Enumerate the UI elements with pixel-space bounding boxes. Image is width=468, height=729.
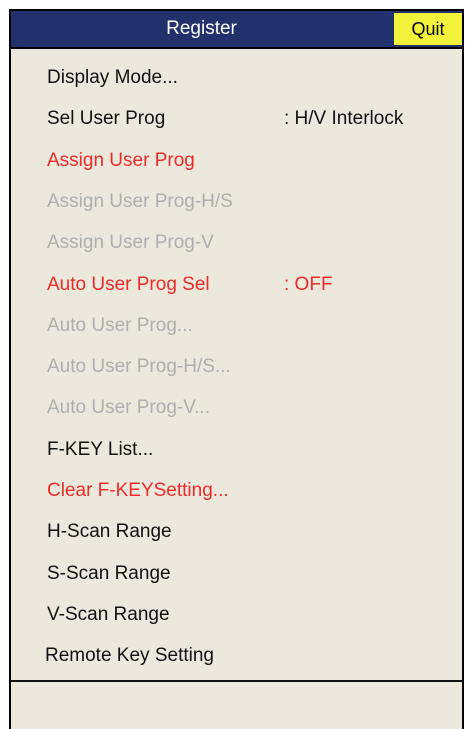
menu-item-value: : OFF	[284, 273, 333, 295]
menu-item-value: : H/V Interlock	[284, 108, 404, 130]
menu-item-label: Auto User Prog-V...	[47, 397, 210, 419]
menu-item-assign-user-prog-hs: Assign User Prog-H/S	[47, 185, 447, 219]
menu-item-label: Clear F-KEYSetting...	[47, 480, 229, 501]
menu-item-label: V-Scan Range	[47, 603, 170, 625]
menu-item-label: Sel User Prog	[47, 108, 166, 130]
menu-item-label: F-KEY List...	[47, 438, 154, 460]
title-bar: Register Quit	[11, 11, 462, 49]
menu-item-auto-user-prog-hs: Auto User Prog-H/S...	[47, 350, 447, 384]
menu-item-v-scan-range[interactable]: V-Scan Range	[47, 598, 447, 632]
menu-item-auto-user-prog: Auto User Prog...	[47, 309, 447, 343]
menu-item-label: S-Scan Range	[47, 562, 171, 584]
menu-item-label: Assign User Prog-H/S	[47, 190, 233, 212]
menu-item-h-scan-range[interactable]: H-Scan Range	[47, 515, 447, 549]
menu-item-label: Assign User Prog-V	[47, 232, 214, 254]
menu-item-label: Auto User Prog-H/S...	[47, 356, 231, 378]
menu-item-label: Assign User Prog	[47, 149, 195, 171]
menu-title: Register	[166, 18, 237, 39]
menu-item-label: Auto User Prog Sel	[47, 273, 210, 295]
menu-item-label: Auto User Prog...	[47, 314, 193, 336]
menu-item-assign-user-prog[interactable]: Assign User Prog	[47, 144, 447, 178]
menu-item-clear-f-key-setting[interactable]: Clear F-KEYSetting...	[47, 474, 447, 508]
menu-item-assign-user-prog-v: Assign User Prog-V	[47, 226, 447, 260]
register-menu-panel: Register Quit Display Mode... Sel User Pr…	[9, 9, 464, 729]
menu-item-auto-user-prog-v: Auto User Prog-V...	[47, 391, 447, 425]
menu-item-s-scan-range[interactable]: S-Scan Range	[47, 557, 447, 591]
menu-item-sel-user-prog[interactable]: Sel User Prog : H/V Interlock	[47, 102, 447, 136]
menu-item-auto-user-prog-sel[interactable]: Auto User Prog Sel : OFF	[47, 268, 447, 302]
menu-item-remote-key-setting[interactable]: Remote Key Setting	[45, 639, 445, 673]
menu-item-f-key-list[interactable]: F-KEY List...	[47, 433, 447, 467]
quit-button[interactable]: Quit	[394, 13, 462, 45]
menu-item-display-mode[interactable]: Display Mode...	[47, 61, 447, 95]
menu-item-label: H-Scan Range	[47, 521, 172, 543]
menu-item-label: Remote Key Setting	[45, 645, 214, 667]
menu-item-label: Display Mode...	[47, 67, 178, 88]
status-area	[11, 682, 462, 729]
